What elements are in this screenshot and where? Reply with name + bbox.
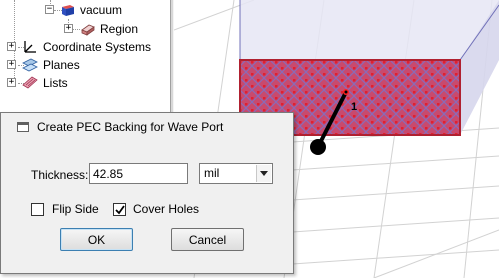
thickness-input[interactable] xyxy=(89,163,188,184)
tree-item-region[interactable]: Region xyxy=(100,22,138,36)
flip-side-checkbox[interactable] xyxy=(31,203,44,216)
unit-dropdown[interactable]: mil xyxy=(199,163,273,184)
coordinate-axes-icon xyxy=(22,40,38,54)
create-pec-backing-dialog: Create PEC Backing for Wave Port Thickne… xyxy=(0,112,294,274)
dialog-title: Create PEC Backing for Wave Port xyxy=(37,120,224,134)
tree-connector xyxy=(72,29,80,30)
chevron-down-icon[interactable] xyxy=(256,165,271,182)
flip-side-label[interactable]: Flip Side xyxy=(52,202,99,216)
tree-item-vacuum[interactable]: vacuum xyxy=(80,3,122,17)
planes-icon xyxy=(22,58,38,72)
cancel-button[interactable]: Cancel xyxy=(171,228,244,251)
unit-selected-value: mil xyxy=(204,166,220,180)
expand-toggle[interactable]: + xyxy=(64,24,73,33)
checkmark-icon xyxy=(115,205,125,215)
lists-icon xyxy=(22,76,38,90)
thickness-label: Thickness: xyxy=(31,168,89,182)
region-icon xyxy=(80,22,96,36)
cover-holes-checkbox[interactable] xyxy=(113,203,126,216)
dialog-titlebar[interactable]: Create PEC Backing for Wave Port xyxy=(1,113,293,143)
collapse-toggle[interactable]: − xyxy=(45,5,54,14)
tree-item-coordinate-systems[interactable]: Coordinate Systems xyxy=(43,40,151,54)
expand-toggle[interactable]: + xyxy=(7,42,16,51)
port-number-label: 1 xyxy=(351,101,357,113)
ok-button[interactable]: OK xyxy=(60,228,133,251)
tree-item-planes[interactable]: Planes xyxy=(43,58,80,72)
expand-toggle[interactable]: + xyxy=(7,60,16,69)
cover-holes-label[interactable]: Cover Holes xyxy=(133,202,199,216)
project-tree: − vacuum + Region + Coordinate Systems + xyxy=(0,0,170,120)
tree-item-lists[interactable]: Lists xyxy=(43,76,68,90)
expand-toggle[interactable]: + xyxy=(7,78,16,87)
material-box-icon xyxy=(60,3,76,17)
window-icon xyxy=(17,122,29,132)
